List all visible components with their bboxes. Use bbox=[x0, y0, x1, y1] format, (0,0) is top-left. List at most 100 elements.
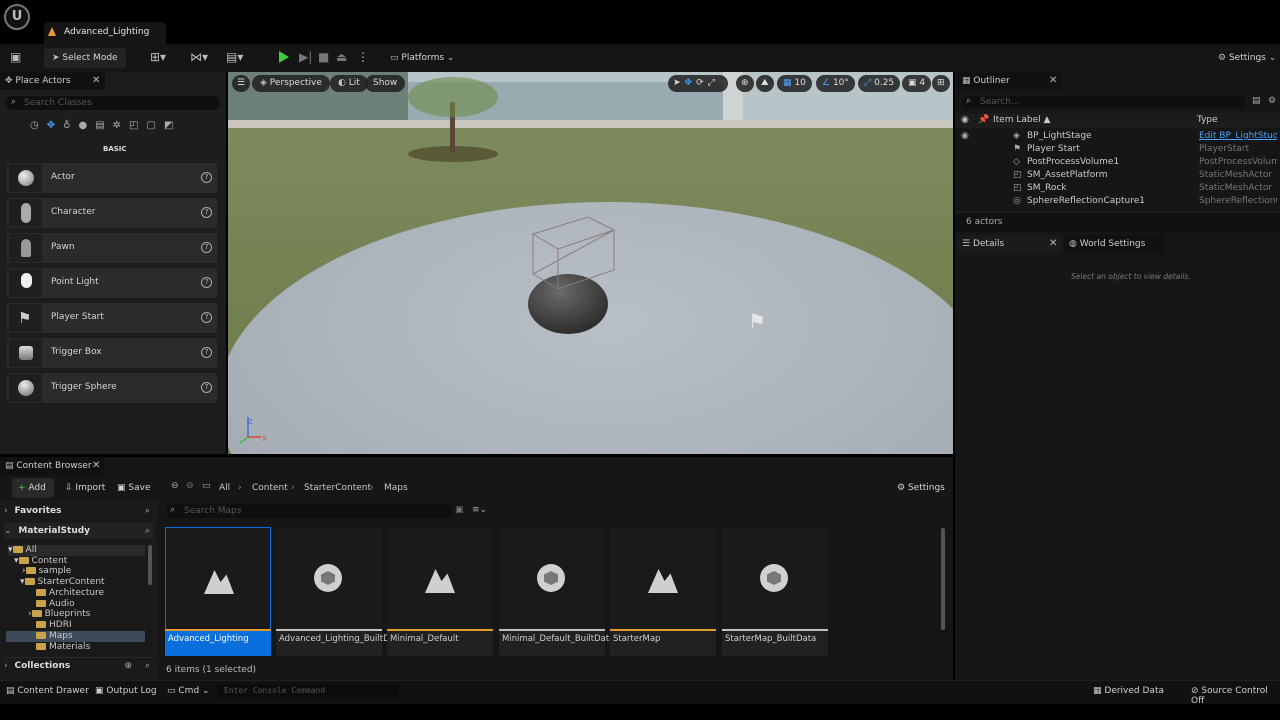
asset-tile[interactable]: Minimal_Default_BuiltData bbox=[499, 527, 614, 656]
add-actor-icon[interactable]: ⊞▾ bbox=[150, 50, 166, 64]
filter-icon[interactable]: ≡⌄ bbox=[472, 505, 487, 515]
outliner-row[interactable]: ◰ SM_Rock StaticMeshActor bbox=[955, 182, 1280, 195]
tree-item-startercontent[interactable]: ▾ StarterContent bbox=[20, 577, 105, 588]
add-folder-icon[interactable]: ▤ bbox=[1252, 96, 1261, 106]
select-mode-button[interactable]: ➤ Select Mode ⌄ bbox=[44, 48, 126, 83]
camera-speed-button[interactable]: ▣ 4 bbox=[902, 75, 932, 92]
breadcrumb-startercontent[interactable]: StarterContent bbox=[304, 483, 371, 493]
scale-icon[interactable]: ⤢ bbox=[708, 78, 719, 88]
basic-icon[interactable]: ✥ bbox=[47, 120, 63, 131]
breadcrumb-content[interactable]: Content bbox=[252, 483, 288, 493]
eject-icon[interactable]: ⏏ bbox=[336, 50, 347, 64]
perspective-button[interactable]: ◈ Perspective bbox=[252, 75, 330, 92]
actor-category-bar[interactable]: ◷✥♁●▤✲◰▢◩ bbox=[30, 120, 198, 136]
tab-content-browser[interactable]: ▤ Content Browser ✕ bbox=[0, 457, 105, 475]
lit-button[interactable]: ◐ Lit bbox=[330, 75, 368, 92]
geometry-icon[interactable]: ◰ bbox=[129, 120, 146, 131]
folder-icon[interactable]: ▭ bbox=[202, 481, 211, 491]
gear-icon[interactable]: ⚙ bbox=[1268, 96, 1276, 106]
content-settings-button[interactable]: ⚙ Settings bbox=[897, 478, 949, 498]
asset-tile[interactable]: StarterMap_BuiltData bbox=[722, 527, 828, 656]
outliner-row[interactable]: ⚑ Player Start PlayerStart bbox=[955, 143, 1280, 156]
surface-snap-icon[interactable]: ⛰ bbox=[756, 75, 774, 92]
outliner-search-input[interactable]: Search... bbox=[962, 96, 1246, 109]
tab-details[interactable]: ☰ Details ✕ bbox=[957, 235, 1062, 253]
tree-scrollbar[interactable] bbox=[148, 545, 152, 585]
outliner-row[interactable]: ◉ ◈ BP_LightStage Edit BP_LightStudio bbox=[955, 130, 1280, 143]
viewport-menu-icon[interactable]: ☰ bbox=[232, 75, 251, 92]
rotation-snap-button[interactable]: ∠ 10° bbox=[816, 75, 855, 92]
breadcrumb-maps[interactable]: Maps bbox=[384, 483, 408, 493]
content-drawer-button[interactable]: ▤ Content Drawer bbox=[6, 686, 89, 696]
output-log-button[interactable]: ▣ Output Log bbox=[95, 686, 157, 696]
search-icon[interactable]: ⌕ bbox=[145, 658, 150, 674]
close-icon[interactable]: ✕ bbox=[92, 457, 100, 475]
actor-item-trigger-box[interactable]: Trigger Box ? bbox=[7, 338, 217, 368]
transform-tools[interactable]: ➤✥⟳⤢ bbox=[668, 75, 728, 92]
more-options-icon[interactable]: ⋮ bbox=[357, 50, 369, 64]
actor-item-player-start[interactable]: ⚑ Player Start ? bbox=[7, 303, 217, 333]
search-icon[interactable]: ⌕ bbox=[145, 503, 150, 519]
document-tab[interactable]: Advanced_Lighting bbox=[44, 22, 166, 44]
favorites-header[interactable]: › Favorites ⌕ bbox=[4, 503, 154, 519]
tree-item-materials[interactable]: Materials bbox=[36, 642, 90, 653]
blueprints-icon[interactable]: ⋈▾ bbox=[190, 50, 208, 64]
settings-button[interactable]: ⚙ Settings ⌄ bbox=[1214, 48, 1280, 68]
add-button[interactable]: + Add bbox=[12, 478, 54, 498]
save-search-icon[interactable]: ▣ bbox=[455, 505, 464, 515]
asset-tile[interactable]: Minimal_Default bbox=[387, 527, 493, 656]
visibility-icon[interactable]: ◉ bbox=[961, 130, 969, 143]
asset-tile[interactable]: Advanced_Lighting bbox=[165, 527, 271, 656]
outliner-row[interactable]: ◎ SphereReflectionCapture1 SphereReflect… bbox=[955, 195, 1280, 208]
lights-icon[interactable]: ♁ bbox=[63, 120, 78, 131]
recent-icon[interactable]: ◷ bbox=[30, 120, 47, 131]
select-arrow-icon[interactable]: ➤ bbox=[673, 78, 685, 88]
close-icon[interactable]: ✕ bbox=[1049, 235, 1057, 253]
close-icon[interactable]: ✕ bbox=[92, 72, 100, 90]
grid-snap-button[interactable]: ▦ 10 bbox=[777, 75, 812, 92]
tree-item-sample[interactable]: › sample bbox=[22, 566, 71, 577]
tree-item-maps[interactable]: Maps bbox=[6, 631, 145, 642]
play-icon[interactable] bbox=[279, 51, 289, 63]
actor-item-point-light[interactable]: Point Light ? bbox=[7, 268, 217, 298]
tab-place-actors[interactable]: ✥ Place Actors ✕ bbox=[0, 72, 105, 90]
breadcrumb-all[interactable]: All bbox=[219, 483, 230, 493]
back-icon[interactable]: ⊖ bbox=[171, 481, 179, 491]
help-icon[interactable]: ? bbox=[201, 312, 212, 323]
help-icon[interactable]: ? bbox=[201, 347, 212, 358]
search-maps-input[interactable]: Search Maps bbox=[166, 504, 452, 518]
scale-snap-button[interactable]: ⤢ 0.25 bbox=[858, 75, 901, 92]
source-control-button[interactable]: ⊘ Source Control Off bbox=[1191, 686, 1280, 706]
asset-tile[interactable]: Advanced_Lighting_BuiltData bbox=[276, 527, 403, 656]
derived-data-button[interactable]: ▦ Derived Data bbox=[1093, 686, 1164, 696]
volumes-icon[interactable]: ▢ bbox=[146, 120, 163, 131]
unreal-logo-icon[interactable]: U bbox=[4, 4, 30, 30]
forward-icon[interactable]: ⊖ bbox=[186, 481, 194, 491]
stop-icon[interactable]: ■ bbox=[318, 50, 329, 64]
tree-item-blueprints[interactable]: › Blueprints bbox=[28, 609, 90, 620]
import-button[interactable]: ⇩ Import bbox=[62, 478, 108, 498]
cinematic-icon[interactable]: ▤ bbox=[95, 120, 112, 131]
tab-world-settings[interactable]: ◍ World Settings bbox=[1064, 235, 1164, 253]
help-icon[interactable]: ? bbox=[201, 242, 212, 253]
tree-item-all[interactable]: ▾ All bbox=[8, 545, 145, 556]
layout-icon[interactable]: ⊞ bbox=[932, 75, 950, 92]
search-classes-input[interactable]: Search Classes bbox=[6, 96, 220, 110]
tab-outliner[interactable]: ▦ Outliner ✕ bbox=[957, 72, 1062, 90]
move-icon[interactable]: ✥ bbox=[685, 78, 697, 88]
close-icon[interactable]: ✕ bbox=[1049, 72, 1057, 90]
edit-blueprint-link[interactable]: Edit BP_LightStudio bbox=[1199, 130, 1277, 143]
cinematics-icon[interactable]: ▤▾ bbox=[226, 50, 243, 64]
tree-item-architecture[interactable]: Architecture bbox=[36, 588, 104, 599]
actor-item-actor[interactable]: Actor ? bbox=[7, 163, 217, 193]
help-icon[interactable]: ? bbox=[201, 207, 212, 218]
help-icon[interactable]: ? bbox=[201, 277, 212, 288]
rotate-icon[interactable]: ⟳ bbox=[696, 78, 708, 88]
tree-item-hdri[interactable]: HDRI bbox=[36, 620, 72, 631]
actor-item-pawn[interactable]: Pawn ? bbox=[7, 233, 217, 263]
outliner-row[interactable]: ◰ SM_AssetPlatform StaticMeshActor bbox=[955, 169, 1280, 182]
save-icon[interactable]: ▣ bbox=[10, 50, 21, 64]
step-icon[interactable]: ▶| bbox=[299, 50, 312, 64]
show-button[interactable]: Show bbox=[365, 75, 406, 92]
search-icon[interactable]: ⌕ bbox=[145, 523, 150, 539]
